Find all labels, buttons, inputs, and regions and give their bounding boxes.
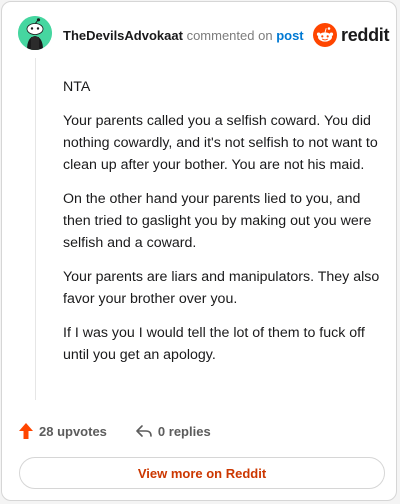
comment-actions: 28 upvotes 0 replies (18, 422, 211, 440)
reddit-wordmark: reddit (341, 24, 390, 45)
user-avatar[interactable] (18, 16, 52, 50)
comment-paragraph: Your parents called you a selfish coward… (63, 113, 378, 173)
reddit-logo[interactable]: reddit (313, 23, 390, 47)
replies-button[interactable]: 0 replies (135, 423, 211, 439)
reply-arrow-icon (136, 425, 152, 437)
post-link[interactable]: post (276, 28, 303, 43)
view-more-button[interactable]: View more on Reddit (19, 457, 385, 489)
comment-header: TheDevilsAdvokaat commented on post (63, 28, 304, 43)
comment-paragraph: Your parents are liars and manipulators.… (63, 269, 380, 307)
comment-paragraph: NTA (63, 79, 91, 95)
comment-paragraph: On the other hand your parents lied to y… (63, 191, 372, 251)
comment-paragraph: If I was you I would tell the lot of the… (63, 325, 365, 363)
username-link[interactable]: TheDevilsAdvokaat (63, 28, 183, 43)
commented-on-text: commented on (186, 28, 273, 43)
upvote-count: 28 upvotes (39, 423, 107, 439)
comment-body: NTA Your parents called you a selfish co… (63, 76, 383, 378)
snoo-avatar-icon (18, 16, 52, 50)
reddit-snoo-icon (313, 23, 337, 47)
upvote-arrow-icon (19, 423, 33, 439)
comment-card: TheDevilsAdvokaat commented on post redd… (1, 1, 397, 501)
reply-count: 0 replies (157, 423, 211, 439)
thread-line (35, 58, 36, 400)
upvote-button[interactable]: 28 upvotes (18, 422, 107, 440)
